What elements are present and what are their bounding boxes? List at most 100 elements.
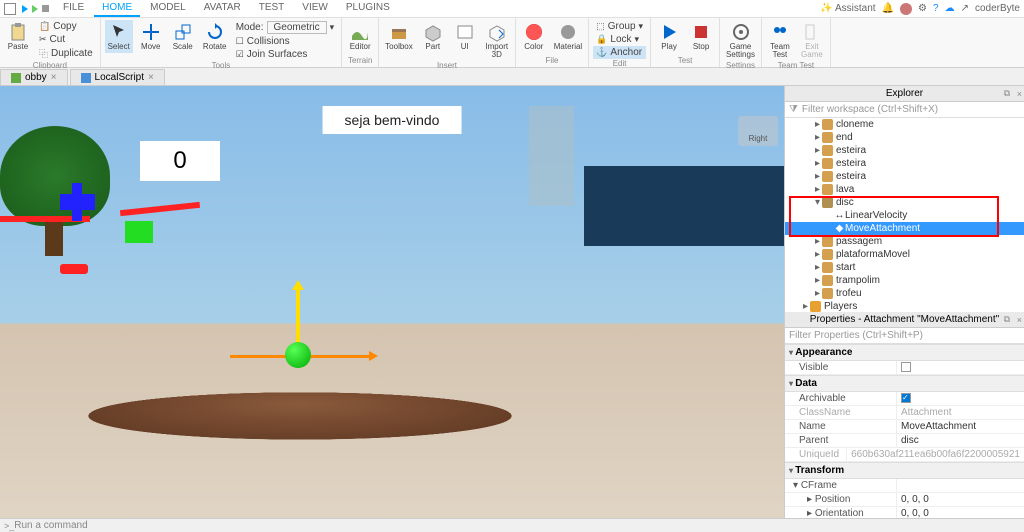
tab-obby[interactable]: obby × xyxy=(0,69,68,85)
welcome-banner: seja bem-vindo xyxy=(323,106,462,134)
tree-item[interactable]: ▸esteira xyxy=(785,170,1024,183)
menu-avatar[interactable]: AVATAR xyxy=(196,0,249,17)
titlebar-right: ✨ Assistant 🔔 ⚙ ? ☁ ↗ coderByte xyxy=(820,3,1020,15)
close-icon[interactable]: × xyxy=(1017,315,1022,325)
stop-icon[interactable] xyxy=(42,5,49,12)
funnel-icon: ⧩ xyxy=(789,104,798,115)
prop-name[interactable]: NameMoveAttachment xyxy=(785,420,1024,434)
close-icon[interactable]: × xyxy=(1017,89,1022,99)
viewport-3d[interactable]: seja bem-vindo 0 Right xyxy=(0,86,784,518)
tree-item[interactable]: ▸plataformaMovel xyxy=(785,248,1024,261)
assistant-label[interactable]: ✨ Assistant xyxy=(820,3,875,14)
explorer-filter[interactable]: ⧩Filter workspace (Ctrl+Shift+X) xyxy=(785,102,1024,118)
prop-uniqueid: UniqueId660b630af211ea6b00fa6f2200005921 xyxy=(785,448,1024,462)
app-icon xyxy=(4,3,16,15)
collisions-toggle[interactable]: ☐ Collisions xyxy=(233,35,337,48)
menubar: FILE HOME MODEL AVATAR TEST VIEW PLUGINS… xyxy=(0,0,1024,18)
settings-icon[interactable]: ⚙ xyxy=(918,3,927,14)
tree-item[interactable]: ↔LinearVelocity xyxy=(785,209,1024,222)
tree-item[interactable]: ▸end xyxy=(785,131,1024,144)
red-beam xyxy=(120,202,200,216)
tree-item[interactable]: ▾disc xyxy=(785,196,1024,209)
wall-prop xyxy=(584,166,784,246)
camera-widget[interactable]: Right xyxy=(738,116,778,146)
rotate-button[interactable]: Rotate xyxy=(201,20,229,53)
prop-archivable[interactable]: Archivable xyxy=(785,392,1024,406)
copy-button[interactable]: 📋 Copy xyxy=(36,20,96,33)
editor-button[interactable]: Editor xyxy=(346,20,374,53)
stop-button[interactable]: Stop xyxy=(687,20,715,53)
username[interactable]: coderByte xyxy=(975,3,1020,14)
tree-prop xyxy=(0,126,110,226)
tree-item[interactable]: ▸Players xyxy=(785,300,1024,312)
cat-data[interactable]: Data xyxy=(785,375,1024,392)
prop-position[interactable]: ▸ Position0, 0, 0 xyxy=(785,493,1024,507)
tree-item[interactable]: ◆MoveAttachment xyxy=(785,222,1024,235)
dup-button[interactable]: ⿻ Duplicate xyxy=(36,46,96,61)
command-bar[interactable]: >_ Run a command xyxy=(0,518,1024,532)
select-button[interactable]: Select xyxy=(105,20,133,53)
cloud-icon[interactable]: ☁ xyxy=(945,3,955,14)
part-button[interactable]: Part xyxy=(419,20,447,53)
paste-button[interactable]: Paste xyxy=(4,20,32,53)
move-button[interactable]: Move xyxy=(137,20,165,53)
group-file: File xyxy=(520,56,584,65)
import-button[interactable]: Import 3D xyxy=(483,20,511,61)
cat-transform[interactable]: Transform xyxy=(785,462,1024,479)
explorer-tree[interactable]: ▸cloneme▸end▸esteira▸esteira▸esteira▸lav… xyxy=(785,118,1024,312)
menu-test[interactable]: TEST xyxy=(251,0,293,17)
scale-button[interactable]: Scale xyxy=(169,20,197,53)
cat-appearance[interactable]: Appearance xyxy=(785,344,1024,361)
mode-select[interactable]: Mode: Geometric ▾ xyxy=(233,20,337,35)
play-button[interactable]: Play xyxy=(655,20,683,53)
close-icon[interactable]: × xyxy=(148,72,154,83)
popout-icon[interactable]: ⧉ xyxy=(1004,88,1010,99)
ribbon: Paste 📋 Copy ✂ Cut ⿻ Duplicate Clipboard… xyxy=(0,18,1024,68)
tree-item[interactable]: ▸trofeu xyxy=(785,287,1024,300)
gizmo-origin[interactable] xyxy=(285,342,311,368)
share-icon[interactable]: ↗ xyxy=(961,3,969,14)
close-icon[interactable]: × xyxy=(51,72,57,83)
prop-cframe[interactable]: ▾ CFrame xyxy=(785,479,1024,493)
notif-icon[interactable]: 🔔 xyxy=(882,3,894,14)
group-test: Test xyxy=(655,56,715,65)
menu-plugins[interactable]: PLUGINS xyxy=(338,0,398,17)
menu-home[interactable]: HOME xyxy=(94,0,140,17)
prop-orientation[interactable]: ▸ Orientation0, 0, 0 xyxy=(785,507,1024,518)
prop-parent[interactable]: Parentdisc xyxy=(785,434,1024,448)
menu-view[interactable]: VIEW xyxy=(294,0,336,17)
group-button[interactable]: ⬚ Group ▾ xyxy=(593,20,646,33)
properties-filter[interactable]: Filter Properties (Ctrl+Shift+P) xyxy=(785,328,1024,344)
popout-icon[interactable]: ⧉ xyxy=(1004,314,1010,325)
tree-item[interactable]: ▸trampolim xyxy=(785,274,1024,287)
menu-model[interactable]: MODEL xyxy=(142,0,194,17)
exit-game-button: Exit Game xyxy=(798,20,826,61)
disc-object xyxy=(60,392,540,439)
menu-file[interactable]: FILE xyxy=(55,0,92,17)
help-icon[interactable]: ? xyxy=(933,3,939,14)
lock-button[interactable]: 🔒 Lock ▾ xyxy=(593,33,646,46)
join-toggle[interactable]: ☑ Join Surfaces xyxy=(233,48,337,61)
tree-item[interactable]: ▸esteira xyxy=(785,144,1024,157)
ui-button[interactable]: UI xyxy=(451,20,479,53)
cut-button[interactable]: ✂ Cut xyxy=(36,33,96,46)
color-button[interactable]: Color xyxy=(520,20,548,53)
tree-item[interactable]: ▸passagem xyxy=(785,235,1024,248)
tree-item[interactable]: ▸start xyxy=(785,261,1024,274)
tab-localscript[interactable]: LocalScript × xyxy=(70,69,165,85)
play-alt-icon[interactable] xyxy=(32,5,38,13)
material-button[interactable]: Material xyxy=(552,20,584,53)
team-test-button[interactable]: Team Test xyxy=(766,20,794,61)
toolbox-button[interactable]: Toolbox xyxy=(383,20,415,53)
game-settings-button[interactable]: Game Settings xyxy=(724,20,757,61)
group-terrain: Terrain xyxy=(346,56,374,65)
play-icon[interactable] xyxy=(22,5,28,13)
tree-item[interactable]: ▸esteira xyxy=(785,157,1024,170)
avatar-icon[interactable] xyxy=(900,3,912,15)
properties-body[interactable]: Appearance Visible Data Archivable Class… xyxy=(785,344,1024,518)
anchor-button[interactable]: ⚓ Anchor xyxy=(593,46,646,59)
tree-item[interactable]: ▸lava xyxy=(785,183,1024,196)
doc-tabbar: obby × LocalScript × xyxy=(0,68,1024,86)
tree-item[interactable]: ▸cloneme xyxy=(785,118,1024,131)
prop-visible[interactable]: Visible xyxy=(785,361,1024,375)
